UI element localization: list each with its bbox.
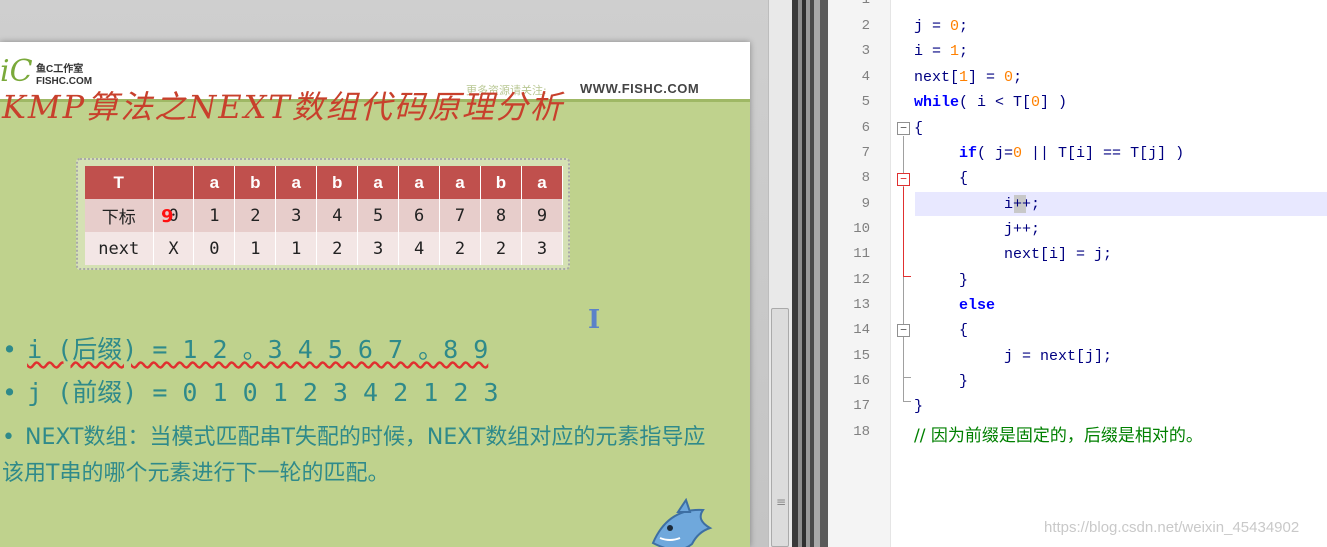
bullet-prefix-j: • j (前缀) = 0 1 0 1 2 3 4 2 1 2 3 xyxy=(2,373,499,409)
line-number: 10 xyxy=(853,221,870,237)
bullet-suffix-i: • i (后缀) = 1 2 。3 4 5 6 7 。8 9 xyxy=(2,330,488,366)
site-url: WWW.FISHC.COM xyxy=(580,81,700,96)
table-cell: 3 xyxy=(521,232,564,265)
red-annotation-mark: 9 xyxy=(161,206,174,227)
table-cell: 2 xyxy=(316,232,359,265)
line-number: 12 xyxy=(853,272,870,288)
table-cell: 8 xyxy=(480,199,522,232)
table-cell: 1 xyxy=(234,232,277,265)
line-number: 6 xyxy=(861,120,870,136)
line-number: 2 xyxy=(861,18,870,34)
line-number: 1 xyxy=(861,0,870,8)
code-line-14: { xyxy=(959,322,969,339)
line-number: 5 xyxy=(861,94,870,110)
table-cell: a xyxy=(193,166,236,199)
line-number: 11 xyxy=(853,246,870,262)
code-line-15: j = next[j]; xyxy=(1004,348,1113,365)
table-cell: b xyxy=(480,166,522,199)
table-cell xyxy=(153,166,195,199)
bullet-dot: • xyxy=(2,378,18,407)
fold-guide-end xyxy=(903,276,911,277)
table-next-row: next X 0 1 1 2 3 4 2 2 3 xyxy=(85,232,564,265)
table-cell: b xyxy=(316,166,359,199)
table-cell: 0 xyxy=(193,232,236,265)
line-number: 3 xyxy=(861,43,870,59)
table-cell: 4 xyxy=(398,232,441,265)
fold-minus-icon[interactable]: − xyxy=(897,173,910,186)
table-index-row: 下标 0 1 2 3 4 5 6 7 8 9 xyxy=(85,199,564,232)
table-cell: 3 xyxy=(275,199,318,232)
code-line-16: } xyxy=(959,373,969,390)
code-line-3: i = 1; xyxy=(914,43,969,60)
fold-minus-icon[interactable]: − xyxy=(897,122,910,135)
line-number: 4 xyxy=(861,69,870,85)
next-array-table: T a b a b a a a b a 下标 0 1 2 3 4 5 6 7 8… xyxy=(85,166,564,265)
current-line-highlight xyxy=(915,192,1327,216)
slide-title: KMP算法之NEXT数组代码原理分析 xyxy=(2,88,564,126)
bullet-text: j (前缀) = 0 1 0 1 2 3 4 2 1 2 3 xyxy=(27,378,499,407)
table-cell: 7 xyxy=(439,199,481,232)
code-line-7: if( j=0 || T[i] == T[j] ) xyxy=(959,145,1185,162)
code-line-11: next[i] = j; xyxy=(1004,246,1113,263)
logo-line-1: 鱼C工作室 xyxy=(36,64,84,75)
table-header-row: T a b a b a a a b a xyxy=(85,166,564,199)
table-cell: 4 xyxy=(316,199,359,232)
table-cell: 2 xyxy=(480,232,522,265)
bullet-next-description: • NEXT数组：当模式匹配串T失配的时候，NEXT数组对应的元素指导应该用T串的… xyxy=(2,420,722,492)
watermark: https://blog.csdn.net/weixin_45434902 xyxy=(1044,519,1300,536)
table-cell: 9 xyxy=(521,199,564,232)
table-cell: 6 xyxy=(398,199,441,232)
text-cursor-icon: I xyxy=(588,305,601,335)
code-line-5: while( i < T[0] ) xyxy=(914,94,1068,111)
code-line-8: { xyxy=(959,170,969,187)
table-cell: X xyxy=(153,232,195,265)
line-number: 16 xyxy=(853,373,870,389)
code-line-10: j++; xyxy=(1004,221,1041,238)
line-number: 13 xyxy=(853,297,870,313)
line-number: 15 xyxy=(853,348,870,364)
code-line-4: next[1] = 0; xyxy=(914,69,1023,86)
table-cell: 3 xyxy=(357,232,400,265)
bullet-dot: • xyxy=(2,425,15,450)
code-line-13: else xyxy=(959,297,996,314)
table-cell: 1 xyxy=(193,199,236,232)
fold-guide-active xyxy=(903,187,904,277)
shark-mascot-icon xyxy=(651,498,713,547)
table-cell: next xyxy=(85,232,154,265)
line-number: 17 xyxy=(853,398,870,414)
line-number: 14 xyxy=(853,322,870,338)
scrollbar-thumb[interactable] xyxy=(771,308,789,547)
table-cell: 1 xyxy=(275,232,318,265)
table-cell: 下标 xyxy=(85,199,154,232)
table-cell: 2 xyxy=(439,232,481,265)
code-line-6: { xyxy=(914,120,924,137)
bullet-text: i (后缀) = 1 2 。3 4 5 6 7 。8 9 xyxy=(27,335,489,364)
scrollbar-grip-icon: ≡ xyxy=(776,495,787,509)
line-number: 18 xyxy=(853,424,870,440)
table-cell: 5 xyxy=(357,199,400,232)
screen: iC 鱼C工作室 FISHC.COM 更多资源请关注: WWW.FISHC.CO… xyxy=(0,0,1327,547)
window-divider xyxy=(792,0,828,547)
table-cell: a xyxy=(521,166,564,199)
fold-guide-end xyxy=(903,401,911,402)
bullet-dot: • xyxy=(2,335,18,364)
table-cell: b xyxy=(234,166,277,199)
fold-minus-icon[interactable]: − xyxy=(897,324,910,337)
line-number: 7 xyxy=(861,145,870,161)
table-cell: T xyxy=(85,166,154,199)
table-cell: a xyxy=(275,166,318,199)
code-line-9: i++; xyxy=(1004,196,1041,213)
table-cell: a xyxy=(357,166,400,199)
table-cell: a xyxy=(439,166,481,199)
code-line-2: j = 0; xyxy=(914,18,969,35)
code-line-17: } xyxy=(914,398,924,415)
line-number: 9 xyxy=(861,196,870,212)
code-line-12: } xyxy=(959,272,969,289)
fold-guide-end xyxy=(903,377,911,378)
table-cell: a xyxy=(398,166,441,199)
bullet-text: NEXT数组：当模式匹配串T失配的时候，NEXT数组对应的元素指导应该用T串的哪… xyxy=(2,425,706,486)
line-number: 8 xyxy=(861,170,870,186)
code-comment-line: // 因为前缀是固定的，后缀是相对的。 xyxy=(914,426,1203,446)
table-cell: 2 xyxy=(234,199,277,232)
